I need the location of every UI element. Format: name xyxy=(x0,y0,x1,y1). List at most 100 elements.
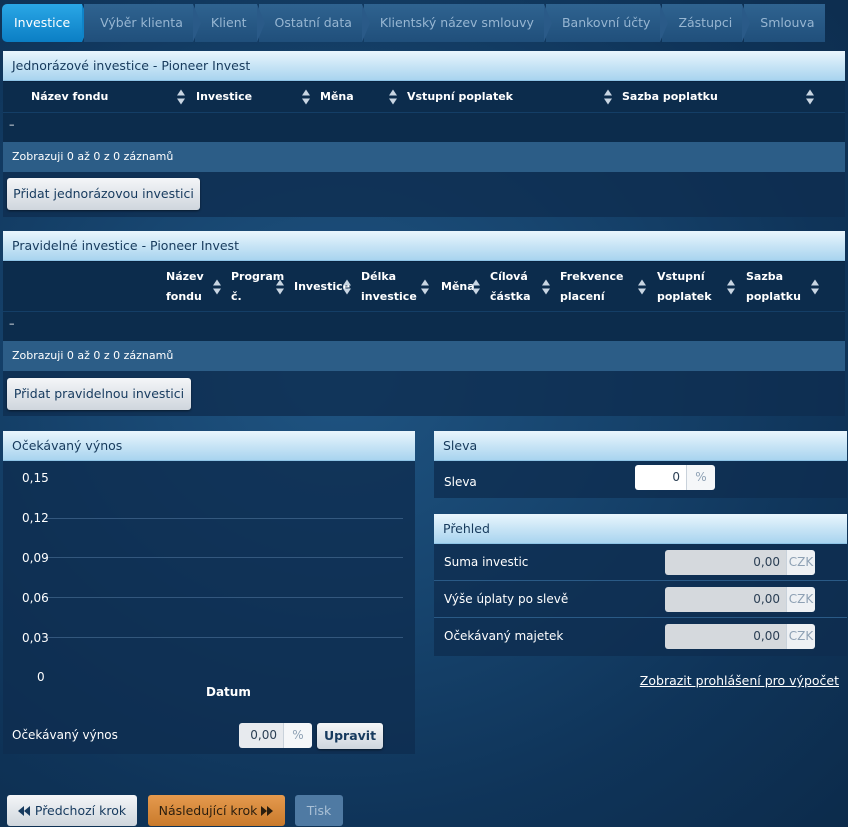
panel-title: Jednorázové investice - Pioneer Invest xyxy=(3,51,845,81)
regular-investments-panel: Pravidelné investice - Pioneer Invest Ná… xyxy=(3,231,845,416)
tab-label: Zástupci xyxy=(678,15,733,30)
expected-yield-label: Očekávaný výnos xyxy=(12,728,118,742)
panel-title: Sleva xyxy=(434,431,847,461)
column-label: Sazba poplatku xyxy=(746,269,801,303)
button-label: Následující krok xyxy=(158,803,258,818)
sort-icon xyxy=(343,279,352,294)
column-mena[interactable]: Měna xyxy=(315,82,402,112)
column-label: Vstupní poplatek xyxy=(657,269,712,303)
column-label: Frekvence placení xyxy=(560,269,624,303)
tab-investice[interactable]: Investice xyxy=(2,4,91,42)
vyse-uplaty-field: 0,00 CZK xyxy=(665,587,815,612)
table-info: Zobrazuji 0 až 0 z 0 záznamů xyxy=(3,341,845,371)
row-label: Očekávaný majetek xyxy=(444,629,564,643)
sort-icon xyxy=(727,279,736,294)
discount-field[interactable]: 0 % xyxy=(635,465,715,490)
table-info: Zobrazuji 0 až 0 z 0 záznamů xyxy=(3,142,845,172)
add-regular-investment-button[interactable]: Přidat pravidelnou investici xyxy=(7,378,191,410)
column-delka-investice[interactable]: Délka investice xyxy=(354,262,434,311)
update-yield-button[interactable]: Upravit xyxy=(317,723,383,749)
overview-row-vyse-uplaty: Výše úplaty po slevě 0,00 CZK xyxy=(434,581,847,618)
table-row: – xyxy=(3,112,845,142)
table-header: Název fondu Investice Měna Vstupní popla… xyxy=(3,81,845,112)
double-chevron-left-icon xyxy=(17,806,31,816)
gridline xyxy=(45,637,403,638)
print-button[interactable]: Tisk xyxy=(295,795,343,826)
sort-icon xyxy=(302,89,311,105)
value: 0,00 xyxy=(665,587,786,612)
column-label: Měna xyxy=(441,279,475,293)
row-label: Suma investic xyxy=(444,555,529,569)
tab-label: Investice xyxy=(14,15,71,30)
column-label: Cílová částka xyxy=(490,269,531,303)
double-chevron-right-icon xyxy=(261,806,274,816)
value: 0,00 xyxy=(665,550,786,575)
tab-klient[interactable]: Klient xyxy=(194,4,265,42)
column-nazev-fondu[interactable]: Název fondu xyxy=(3,82,191,112)
expected-yield-field[interactable]: 0,00 % xyxy=(239,723,312,748)
sort-icon xyxy=(542,279,551,294)
discount-input[interactable]: 0 xyxy=(635,465,686,490)
tab-klientsky-nazev-smlouvy[interactable]: Klientský název smlouvy xyxy=(363,4,552,42)
column-vstupni-poplatek[interactable]: Vstupní poplatek xyxy=(650,262,739,311)
add-one-time-investment-button[interactable]: Přidat jednorázovou investici xyxy=(7,178,200,210)
column-cilova-castka[interactable]: Cílová částka xyxy=(483,262,553,311)
sort-icon xyxy=(638,279,647,294)
previous-step-button[interactable]: Předchozí krok xyxy=(7,795,137,826)
tab-label: Bankovní účty xyxy=(561,15,651,30)
disclaimer-link[interactable]: Zobrazit prohlášení pro výpočet xyxy=(640,673,839,688)
tab-label: Smlouva xyxy=(760,15,815,30)
overview-row-suma-investic: Suma investic 0,00 CZK xyxy=(434,544,847,581)
next-step-button[interactable]: Následující krok xyxy=(148,795,285,826)
empty-cell: – xyxy=(9,118,15,131)
percent-unit: % xyxy=(686,465,715,490)
column-label: Investice xyxy=(294,279,351,293)
wizard-tabs: Investice Výběr klienta Klient Ostatní d… xyxy=(2,4,827,42)
ocekavany-majetek-field: 0,00 CZK xyxy=(665,624,815,649)
column-label: Sazba poplatku xyxy=(622,90,718,103)
column-sazba-poplatku[interactable]: Sazba poplatku xyxy=(617,82,845,112)
tab-smlouva[interactable]: Smlouva xyxy=(744,4,825,42)
column-label: Měna xyxy=(320,90,354,103)
x-axis-label: Datum xyxy=(206,685,251,699)
tab-vyber-klienta[interactable]: Výběr klienta xyxy=(84,4,201,42)
tab-ostatni-data[interactable]: Ostatní data xyxy=(258,4,370,42)
expected-yield-panel: Očekávaný výnos 0,15 0,12 0,09 0,06 0,03… xyxy=(3,431,415,754)
overview-row-ocekavany-majetek: Očekávaný majetek 0,00 CZK xyxy=(434,618,847,655)
y-tick-label: 0,03 xyxy=(22,631,49,645)
yield-chart: 0,15 0,12 0,09 0,06 0,03 0 Datum xyxy=(3,461,415,701)
column-program[interactable]: Program č. xyxy=(225,262,288,311)
currency-unit: CZK xyxy=(786,550,815,575)
sort-icon xyxy=(177,89,186,105)
table-row: – xyxy=(3,311,845,341)
tab-bankovni-ucty[interactable]: Bankovní účty xyxy=(545,4,669,42)
expected-yield-input[interactable]: 0,00 xyxy=(239,723,283,748)
sort-icon xyxy=(811,279,820,294)
sort-icon xyxy=(276,279,285,294)
column-label: Název fondu xyxy=(166,269,204,303)
discount-panel: Sleva Sleva 0 % xyxy=(434,431,847,498)
percent-unit: % xyxy=(283,723,312,748)
column-label: Délka investice xyxy=(361,269,417,303)
column-vstupni-poplatek[interactable]: Vstupní poplatek xyxy=(402,82,617,112)
column-sazba-poplatku[interactable]: Sazba poplatku xyxy=(739,262,845,311)
tab-label: Ostatní data xyxy=(274,15,352,30)
tab-label: Výběr klienta xyxy=(100,15,183,30)
column-nazev-fondu[interactable]: Název fondu xyxy=(161,262,225,311)
button-label: Předchozí krok xyxy=(34,803,127,818)
row-label: Výše úplaty po slevě xyxy=(444,592,569,606)
gridline xyxy=(45,518,403,519)
sort-icon xyxy=(806,89,815,105)
column-investice[interactable]: Investice xyxy=(288,262,354,311)
y-tick-label: 0 xyxy=(37,670,45,684)
column-investice[interactable]: Investice xyxy=(191,82,315,112)
y-tick-label: 0,09 xyxy=(22,551,49,565)
y-tick-label: 0,15 xyxy=(22,471,49,485)
column-label: Investice xyxy=(196,90,253,103)
column-mena[interactable]: Měna xyxy=(434,262,483,311)
sort-icon xyxy=(472,279,481,294)
tab-zastupci[interactable]: Zástupci xyxy=(662,4,751,42)
y-tick-label: 0,12 xyxy=(22,511,49,525)
value: 0,00 xyxy=(665,624,786,649)
column-frekvence-placeni[interactable]: Frekvence placení xyxy=(553,262,650,311)
